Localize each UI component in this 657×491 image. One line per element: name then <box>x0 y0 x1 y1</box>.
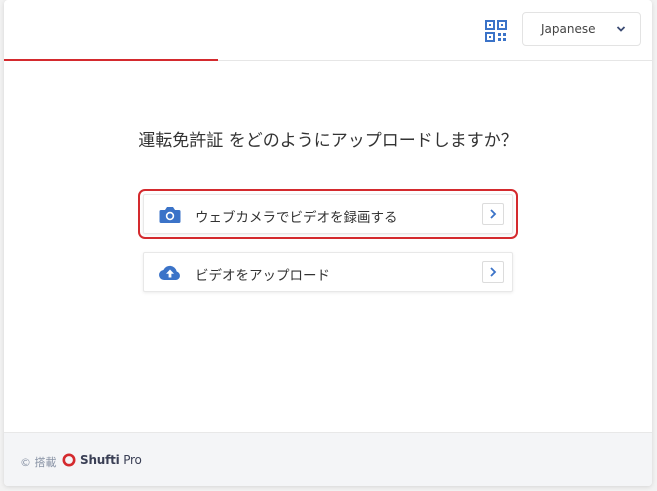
footer: © 搭載 Shufti Pro <box>4 432 652 486</box>
option-arrow-button[interactable] <box>482 203 504 225</box>
page-title: 運転免許証 をどのようにアップロードしますか？ <box>138 131 518 151</box>
verification-card: Japanese 運転免許証 をどのようにアップロードしますか？ ウェブカメラで… <box>4 0 652 486</box>
progress-bar <box>4 59 218 61</box>
language-select[interactable]: Japanese <box>522 12 641 46</box>
option-label: ビデオをアップロード <box>195 268 330 284</box>
language-select-value: Japanese <box>541 22 596 36</box>
chevron-down-icon <box>616 26 626 32</box>
brand-name[interactable]: Shufti Pro <box>80 453 142 467</box>
option-arrow-button[interactable] <box>482 261 504 283</box>
cloud-upload-icon <box>159 265 180 280</box>
brand-name-bold: Shufti <box>80 453 120 467</box>
record-webcam-option[interactable]: ウェブカメラでビデオを録画する <box>138 189 518 239</box>
qr-code-icon[interactable] <box>485 20 507 42</box>
upload-video-option[interactable]: ビデオをアップロード <box>143 252 513 292</box>
header: Japanese <box>4 0 652 61</box>
chevron-right-icon <box>490 209 497 219</box>
powered-by-label: © 搭載 <box>20 456 57 469</box>
shufti-pro-logo-icon[interactable] <box>62 453 76 467</box>
option-label: ウェブカメラでビデオを録画する <box>195 210 398 226</box>
brand-name-light: Pro <box>119 453 142 467</box>
chevron-right-icon <box>490 267 497 277</box>
camera-icon <box>159 207 181 223</box>
